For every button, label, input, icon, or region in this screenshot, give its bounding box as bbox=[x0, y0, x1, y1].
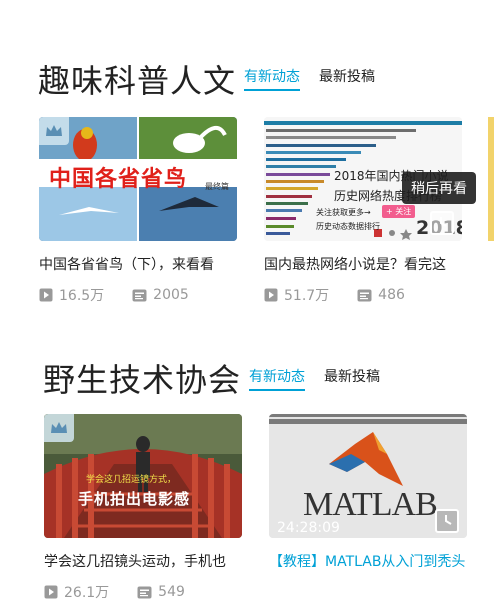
danmaku-count: 486 bbox=[378, 287, 405, 303]
play-count: 26.1万 bbox=[64, 585, 110, 601]
video-title[interactable]: 国内最热网络小说是？看完这 bbox=[264, 255, 464, 275]
video-duration: 24:28:09 bbox=[277, 520, 340, 536]
section-title: 野生技术协会 bbox=[43, 361, 242, 399]
play-count: 51.7万 bbox=[284, 288, 330, 304]
play-count-icon bbox=[39, 288, 53, 302]
danmaku-count-icon bbox=[357, 289, 372, 301]
video-thumbnail[interactable]: 中国各省省鸟 最终篇 bbox=[39, 117, 237, 241]
play-count: 16.5万 bbox=[59, 288, 105, 304]
thumbnail-follow-text: 关注获取更多→ bbox=[316, 208, 371, 217]
play-count-icon bbox=[44, 585, 58, 599]
section-title: 趣味科普人文 bbox=[38, 62, 237, 100]
video-title[interactable]: 学会这几招镜头运动，手机也 bbox=[44, 552, 244, 572]
video-thumbnail[interactable]: MATLAB 24:28:09 bbox=[269, 414, 467, 538]
thumbnail-caption-line1: 学会这几招运镜方式， bbox=[86, 475, 177, 485]
danmaku-count: 549 bbox=[158, 584, 185, 600]
video-title[interactable]: 【教程】MATLAB从入门到秃头 bbox=[269, 552, 469, 572]
thumbnail-source: 历史动态数据排行 bbox=[316, 222, 380, 231]
tab-new-activity[interactable]: 有新动态 bbox=[249, 366, 305, 391]
crown-icon bbox=[44, 414, 74, 442]
thumbnail-caption: 中国各省省鸟 bbox=[49, 167, 188, 192]
clock-icon[interactable] bbox=[430, 211, 454, 235]
thumbnail-follow-badge: + 关注 bbox=[382, 205, 416, 218]
tab-latest-uploads[interactable]: 最新投稿 bbox=[319, 66, 375, 86]
danmaku-count-icon bbox=[137, 586, 152, 598]
video-stats: 51.7万 486 bbox=[264, 285, 433, 305]
video-thumbnail[interactable]: 学会这几招运镜方式， 手机拍出电影感 bbox=[44, 414, 242, 538]
danmaku-count-icon bbox=[132, 289, 147, 301]
thumbnail-caption-line2: 手机拍出电影感 bbox=[78, 490, 191, 508]
crown-icon bbox=[39, 117, 69, 145]
video-title[interactable]: 中国各省省鸟（下），来看看 bbox=[39, 255, 239, 275]
tab-new-activity[interactable]: 有新动态 bbox=[244, 66, 300, 91]
video-stats: 16.5万 2005 bbox=[39, 285, 217, 305]
play-count-icon bbox=[264, 288, 278, 302]
thumbnail-subcaption: 最终篇 bbox=[205, 182, 229, 191]
danmaku-count: 2005 bbox=[153, 287, 189, 303]
clock-icon[interactable] bbox=[435, 509, 459, 533]
video-stats: 26.1万 549 bbox=[44, 582, 213, 602]
watch-later-tooltip: 稍后再看 bbox=[402, 172, 476, 204]
tab-latest-uploads[interactable]: 最新投稿 bbox=[324, 366, 380, 386]
video-thumbnail-partial[interactable] bbox=[488, 117, 494, 241]
thumbnail-logo-text: MATLAB bbox=[303, 486, 438, 523]
